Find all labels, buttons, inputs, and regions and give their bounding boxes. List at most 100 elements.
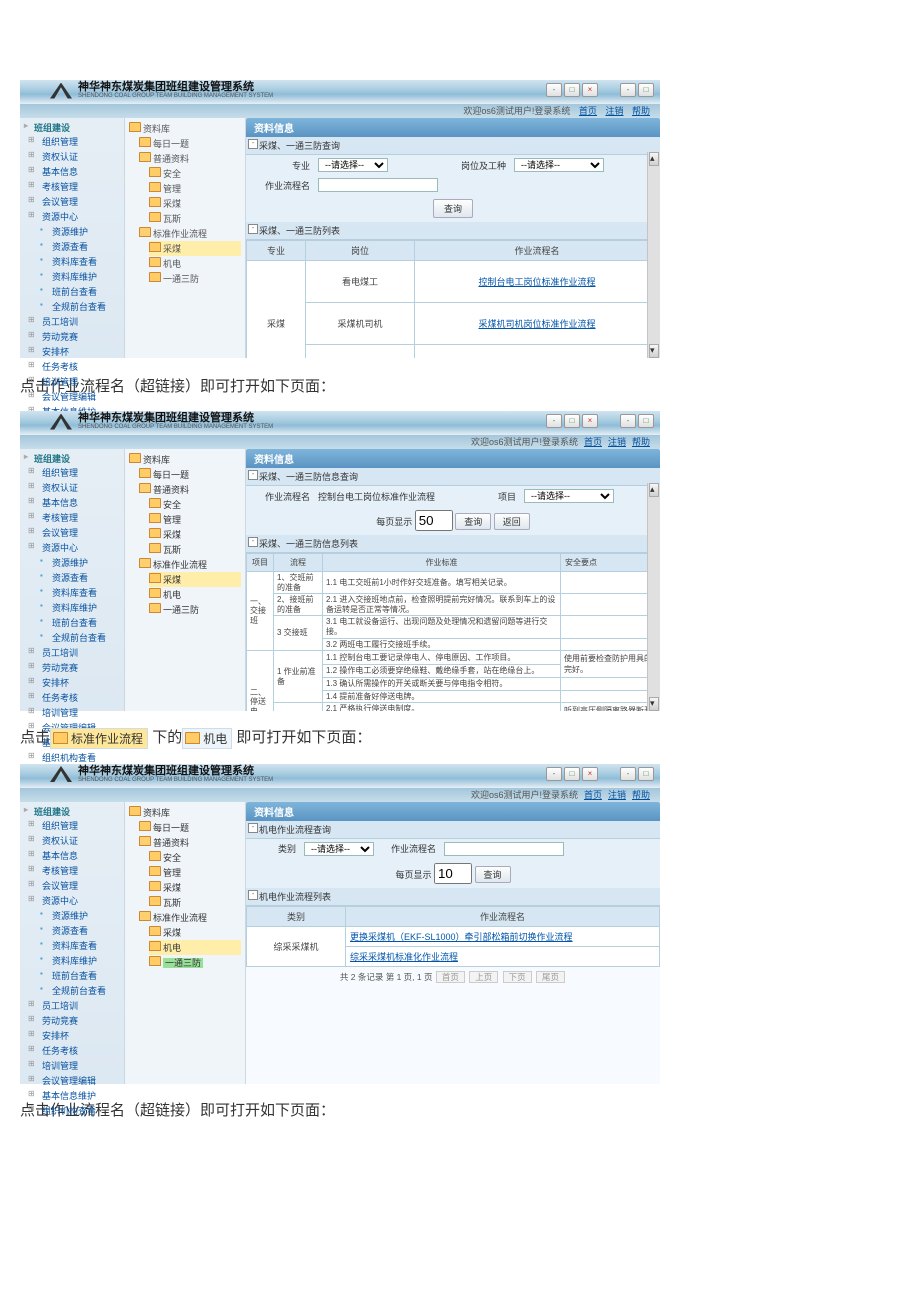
scrollbar[interactable]: ▴▾	[647, 152, 660, 358]
win-min2-icon[interactable]: -	[620, 83, 636, 97]
input-flowname[interactable]	[318, 178, 438, 192]
win-close-icon[interactable]: ×	[582, 767, 598, 781]
flow-link[interactable]: 控制台电工岗位标准作业流程	[415, 261, 660, 303]
leftnav-sub[interactable]: 全规前台查看	[24, 299, 124, 314]
collapse-icon[interactable]: -	[248, 470, 258, 480]
leftnav-sub[interactable]: 班前台查看	[24, 615, 124, 630]
tree-node[interactable]: 采煤	[149, 527, 241, 542]
tree-node-selected[interactable]: 采煤	[149, 241, 241, 256]
leftnav-item[interactable]: 组织机构查看	[24, 1103, 124, 1118]
tree-node[interactable]: 瓦斯	[149, 542, 241, 557]
tree-node[interactable]: 普通资料	[139, 151, 241, 166]
leftnav-item[interactable]: 培训管理	[24, 374, 124, 389]
win-min-icon[interactable]: -	[546, 767, 562, 781]
win-close-icon[interactable]: ×	[582, 83, 598, 97]
input-pagesize[interactable]	[434, 863, 472, 884]
tree-node[interactable]: 安全	[149, 166, 241, 181]
query-button[interactable]: 查询	[433, 199, 473, 218]
nav-logout[interactable]: 注销	[608, 790, 626, 800]
tree-node[interactable]: 安全	[149, 497, 241, 512]
tree-node[interactable]: 管理	[149, 512, 241, 527]
leftnav-sub[interactable]: 资料库查看	[24, 254, 124, 269]
win-max2-icon[interactable]: □	[638, 414, 654, 428]
tree-node-selected[interactable]: 采煤	[149, 572, 241, 587]
leftnav-item[interactable]: 会议管理编辑	[24, 1073, 124, 1088]
leftnav-sub[interactable]: 资源查看	[24, 570, 124, 585]
tree-node[interactable]: 资料库	[129, 805, 241, 820]
select-major[interactable]: --请选择--	[318, 158, 388, 172]
leftnav-item[interactable]: 任务考核	[24, 690, 124, 705]
leftnav-root[interactable]: 班组建设	[24, 121, 124, 134]
tree-node[interactable]: 一通三防	[149, 602, 241, 617]
pager-last[interactable]: 尾页	[536, 971, 565, 983]
leftnav-item[interactable]: 培训管理	[24, 705, 124, 720]
tree-node[interactable]: 一通三防	[149, 271, 241, 286]
win-close-icon[interactable]: ×	[582, 414, 598, 428]
nav-help[interactable]: 帮助	[632, 790, 650, 800]
query-button[interactable]: 查询	[475, 866, 511, 883]
leftnav-sub[interactable]: 资料库查看	[24, 938, 124, 953]
tree-node[interactable]: 标准作业流程	[139, 910, 241, 925]
leftnav-item[interactable]: 组织管理	[24, 134, 124, 149]
win-min-icon[interactable]: -	[546, 414, 562, 428]
leftnav-sub[interactable]: 资料库查看	[24, 585, 124, 600]
nav-help[interactable]: 帮助	[632, 106, 650, 116]
input-pagesize[interactable]	[415, 510, 453, 531]
leftnav-item[interactable]: 资源中心	[24, 540, 124, 555]
win-max2-icon[interactable]: □	[638, 767, 654, 781]
leftnav-item[interactable]: 资源中心	[24, 893, 124, 908]
scroll-down-icon[interactable]: ▾	[649, 344, 659, 358]
leftnav-item[interactable]: 安排杯	[24, 675, 124, 690]
tree-node[interactable]: 安全	[149, 850, 241, 865]
leftnav-item[interactable]: 资权认证	[24, 149, 124, 164]
nav-logout[interactable]: 注销	[608, 437, 626, 447]
tree-node[interactable]: 采煤	[149, 880, 241, 895]
win-max-icon[interactable]: □	[564, 83, 580, 97]
leftnav-item[interactable]: 劳动竞赛	[24, 1013, 124, 1028]
tree-node[interactable]: 资料库	[129, 452, 241, 467]
leftnav-item[interactable]: 资权认证	[24, 480, 124, 495]
win-max-icon[interactable]: □	[564, 414, 580, 428]
collapse-icon[interactable]: -	[248, 890, 258, 900]
leftnav-item[interactable]: 劳动竞赛	[24, 329, 124, 344]
leftnav-item[interactable]: 基本信息维护	[24, 1088, 124, 1103]
leftnav-sub[interactable]: 班前台查看	[24, 284, 124, 299]
select-project[interactable]: --请选择--	[524, 489, 614, 503]
leftnav-item[interactable]: 基本信息	[24, 848, 124, 863]
leftnav-sub[interactable]: 班前台查看	[24, 968, 124, 983]
tree-node[interactable]: 瓦斯	[149, 895, 241, 910]
scroll-up-icon[interactable]: ▴	[649, 483, 659, 497]
leftnav-item[interactable]: 员工培训	[24, 998, 124, 1013]
flow-link[interactable]: 采煤机司机岗位标准作业流程	[415, 303, 660, 345]
leftnav-item[interactable]: 会议管理编辑	[24, 389, 124, 404]
collapse-icon[interactable]: -	[248, 224, 258, 234]
leftnav-sub[interactable]: 资源维护	[24, 224, 124, 239]
tree-node[interactable]: 标准作业流程	[139, 557, 241, 572]
tree-node[interactable]: 每日一题	[139, 467, 241, 482]
win-max2-icon[interactable]: □	[638, 83, 654, 97]
leftnav-item[interactable]: 考核管理	[24, 510, 124, 525]
tree-node[interactable]: 管理	[149, 865, 241, 880]
leftnav-item[interactable]: 任务考核	[24, 359, 124, 374]
leftnav-sub[interactable]: 全规前台查看	[24, 630, 124, 645]
tree-node[interactable]: 每日一题	[139, 136, 241, 151]
tree-node[interactable]: 资料库	[129, 121, 241, 136]
leftnav-item[interactable]: 资源中心	[24, 209, 124, 224]
win-min-icon[interactable]: -	[546, 83, 562, 97]
leftnav-sub[interactable]: 资料库维护	[24, 269, 124, 284]
leftnav-root[interactable]: 班组建设	[24, 805, 124, 818]
leftnav-item[interactable]: 培训管理	[24, 1058, 124, 1073]
flow-link[interactable]: 支架工岗位标准作业流程	[415, 345, 660, 359]
select-post[interactable]: --请选择--	[514, 158, 604, 172]
nav-logout[interactable]: 注销	[605, 106, 623, 116]
win-max-icon[interactable]: □	[564, 767, 580, 781]
nav-help[interactable]: 帮助	[632, 437, 650, 447]
collapse-icon[interactable]: -	[248, 537, 258, 547]
leftnav-item[interactable]: 会议管理	[24, 878, 124, 893]
select-category[interactable]: --请选择--	[304, 842, 374, 856]
scroll-up-icon[interactable]: ▴	[649, 152, 659, 166]
tree-node[interactable]: 普通资料	[139, 835, 241, 850]
tree-node[interactable]: 标准作业流程	[139, 226, 241, 241]
leftnav-item[interactable]: 组织管理	[24, 818, 124, 833]
tree-node[interactable]: 机电	[149, 256, 241, 271]
